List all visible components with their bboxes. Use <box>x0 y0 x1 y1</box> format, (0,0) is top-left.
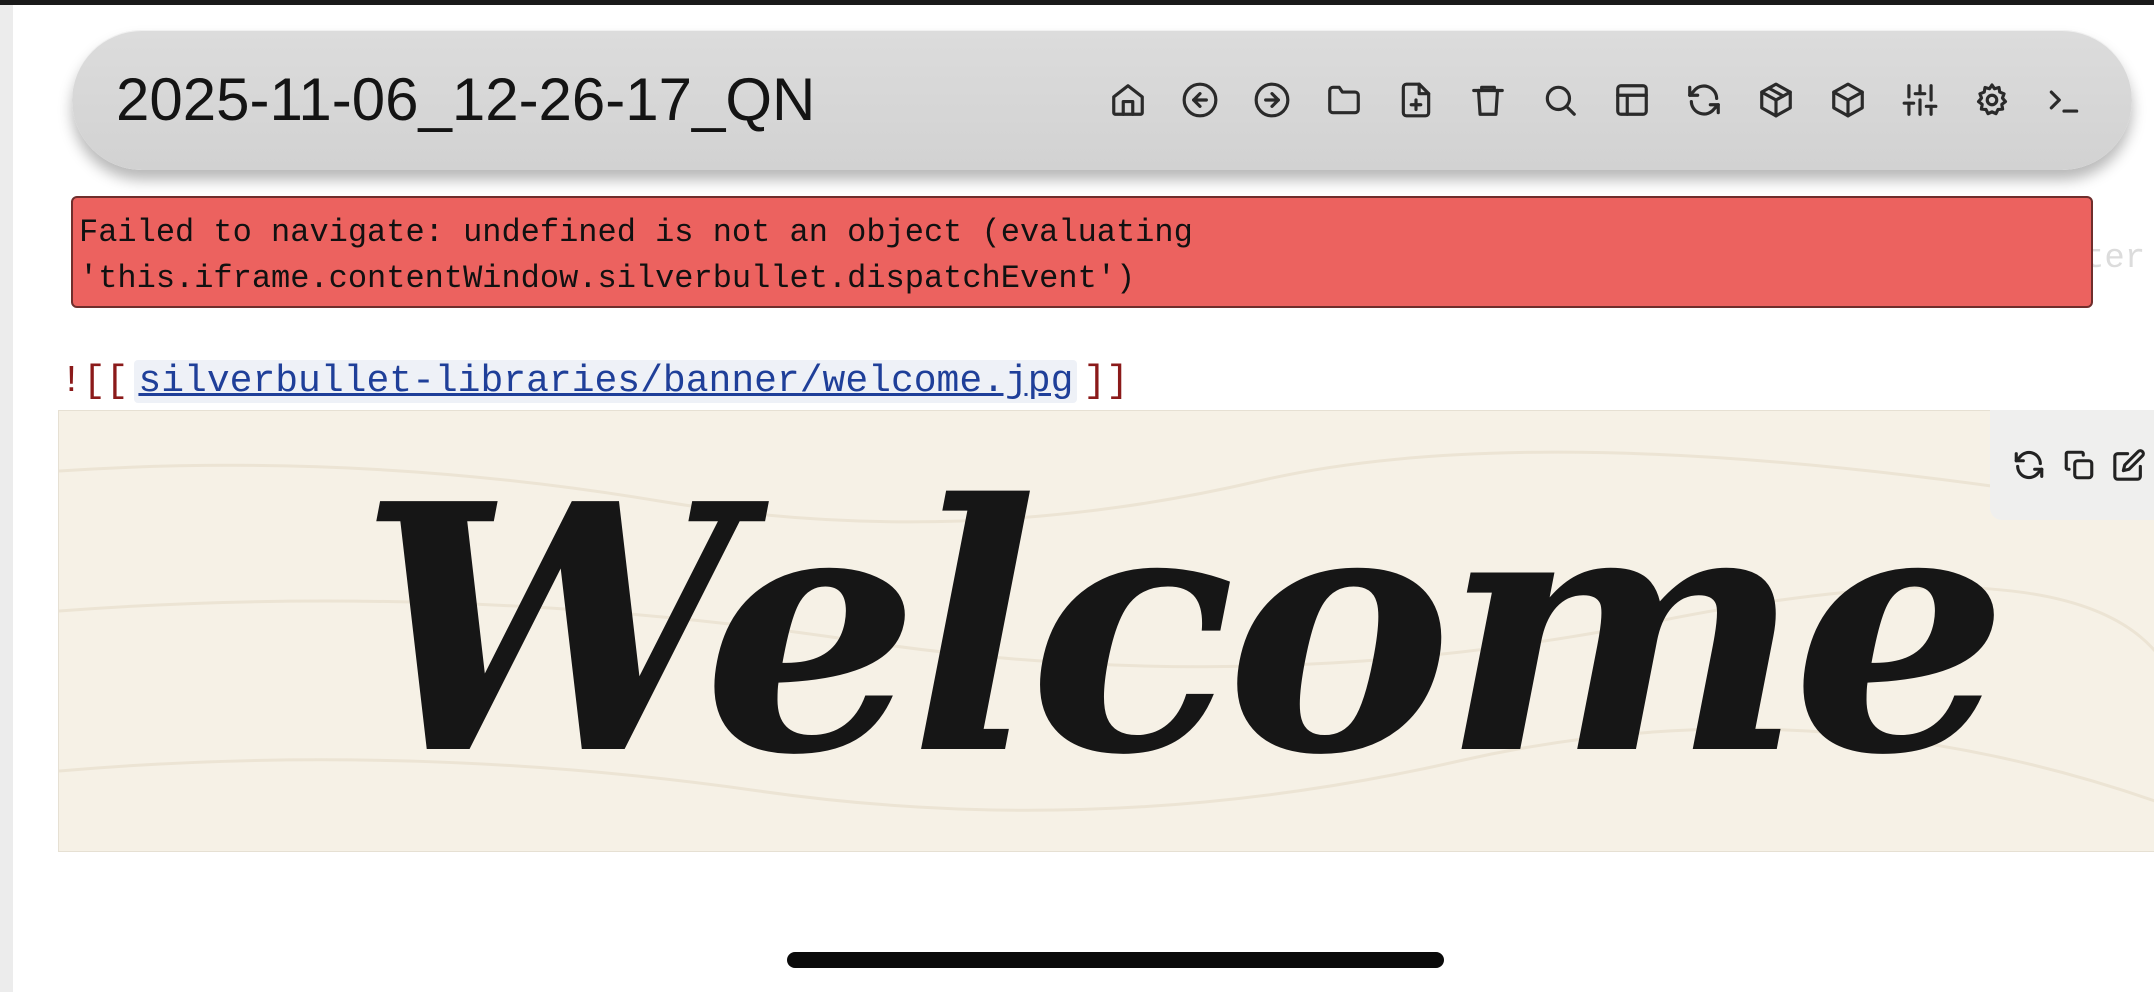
widget-actions <box>1990 410 2154 520</box>
terminal-button[interactable] <box>2028 70 2100 130</box>
sliders-button[interactable] <box>1884 70 1956 130</box>
open-brackets: [[ <box>82 360 129 403</box>
search-icon <box>1545 85 1576 116</box>
refresh-icon <box>2014 450 2044 480</box>
sliders-icon <box>1902 84 1938 116</box>
box-icon <box>1832 82 1864 118</box>
terminal-icon <box>2049 90 2079 113</box>
home-indicator[interactable] <box>787 952 1444 968</box>
layout-icon <box>1616 84 1648 116</box>
error-message-line-2: 'this.iframe.contentWindow.silverbullet.… <box>79 260 1136 297</box>
packages-button[interactable] <box>1740 70 1812 130</box>
wiki-link[interactable]: silverbullet-libraries/banner/welcome.jp… <box>134 360 1078 403</box>
forward-button[interactable] <box>1236 70 1308 130</box>
refresh-icon <box>1688 84 1720 116</box>
top-border <box>0 0 2154 5</box>
banner-image: Welcome <box>58 410 2154 852</box>
background-text: ter <box>2084 240 2146 278</box>
arrow-left-circle-icon <box>1182 82 1218 118</box>
left-gutter <box>0 5 13 992</box>
sync-button[interactable] <box>1668 70 1740 130</box>
banner-welcome-text: Welcome <box>359 431 2008 830</box>
close-brackets: ]] <box>1083 360 1129 403</box>
home-button[interactable] <box>1092 70 1164 130</box>
edit-icon <box>2113 449 2145 481</box>
package-icon <box>1760 82 1792 118</box>
file-plus-icon <box>1401 82 1431 118</box>
library-button[interactable] <box>1812 70 1884 130</box>
toolbar <box>1092 70 2100 130</box>
settings-icon <box>1976 83 2008 116</box>
page-title[interactable]: 2025-11-06_12-26-17_QN <box>116 64 815 136</box>
new-page-button[interactable] <box>1380 70 1452 130</box>
open-folder-button[interactable] <box>1308 70 1380 130</box>
delete-page-button[interactable] <box>1452 70 1524 130</box>
editor-line[interactable]: ![[silverbullet-libraries/banner/welcome… <box>60 354 1129 410</box>
error-notification: Failed to navigate: undefined is not an … <box>71 196 2093 308</box>
reload-widget-button[interactable] <box>2004 439 2054 491</box>
error-message-line-1: Failed to navigate: undefined is not an … <box>79 214 1193 251</box>
settings-button[interactable] <box>1956 70 2028 130</box>
copy-widget-button[interactable] <box>2054 439 2104 491</box>
copy-icon <box>2064 450 2094 480</box>
edit-widget-button[interactable] <box>2104 439 2154 491</box>
search-button[interactable] <box>1524 70 1596 130</box>
back-button[interactable] <box>1164 70 1236 130</box>
embed-prefix: ! <box>60 360 83 403</box>
page-header: 2025-11-06_12-26-17_QN <box>72 30 2132 170</box>
layout-button[interactable] <box>1596 70 1668 130</box>
trash-icon <box>1472 85 1504 116</box>
home-icon <box>1112 84 1144 116</box>
arrow-right-circle-icon <box>1254 82 1290 118</box>
folder-icon <box>1328 85 1360 115</box>
